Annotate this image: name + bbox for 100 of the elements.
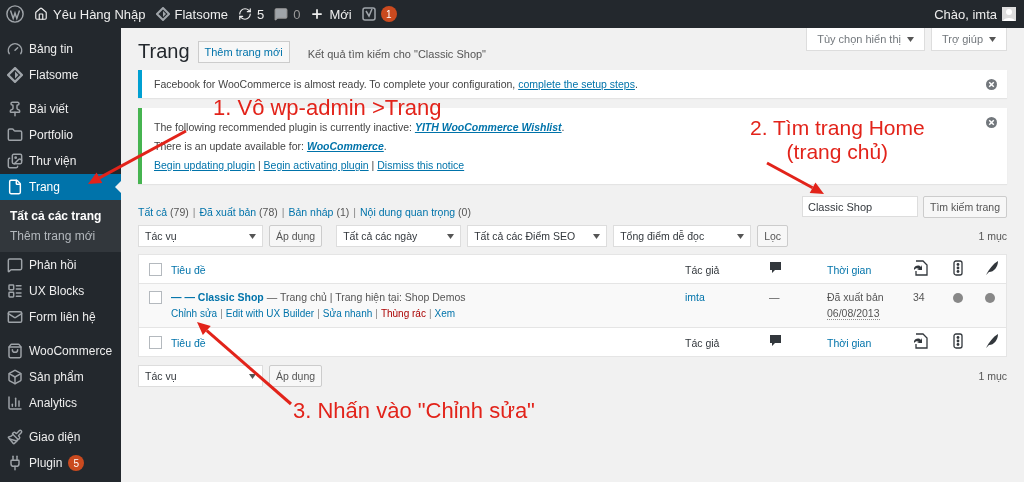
row-action-link[interactable]: Chỉnh sửa <box>171 308 218 319</box>
menu-item[interactable]: Analytics <box>0 390 121 416</box>
link-count: 34 <box>913 291 926 303</box>
add-new-button[interactable]: Thêm trang mới <box>197 41 290 63</box>
notice-text: The following recommended plugin is currently inactive: YITH WooCommerce Wishlist. <box>154 121 565 133</box>
menu-item[interactable]: Phản hồi <box>0 252 121 278</box>
column-header[interactable]: Tiêu đề <box>171 336 206 349</box>
menu-item[interactable]: Trang <box>0 174 121 200</box>
yoast-icon[interactable] <box>361 7 376 21</box>
submenu-item[interactable]: Tất cả các trang <box>0 206 121 226</box>
caret-icon <box>737 233 745 239</box>
notice-text: Facebook for WooCommerce is almost ready. To complete your configuration, complete the setup steps. <box>154 78 638 90</box>
plus-icon[interactable] <box>310 7 325 21</box>
filter-link[interactable]: Bản nháp (1) <box>288 206 350 218</box>
dismiss-icon[interactable] <box>986 79 997 90</box>
comment-icon <box>769 261 782 274</box>
notice-link[interactable]: WooCommerce <box>306 140 384 152</box>
feather-icon <box>985 259 999 276</box>
checkbox[interactable] <box>148 262 162 276</box>
search-subtitle: Kết quả tìm kiếm cho "Classic Shop" <box>307 48 487 60</box>
filter-link[interactable]: Nội dung quan trọng (0) <box>359 206 471 218</box>
menu-item[interactable]: Bài viết <box>0 96 121 122</box>
folder-icon <box>7 127 23 143</box>
bar-chart-icon <box>7 395 23 411</box>
pin-icon <box>7 101 23 117</box>
menu-item[interactable]: Plugin 5 <box>0 450 121 476</box>
apply-button[interactable]: Áp dụng <box>269 365 323 387</box>
submenu-item[interactable]: Thêm trang mới <box>0 226 121 246</box>
screen-meta-tab[interactable]: Tùy chọn hiển thị <box>806 28 925 51</box>
site-name-link[interactable]: Yêu Hàng Nhập <box>53 6 146 22</box>
bulk-actions-select[interactable]: Tác vụ <box>138 225 263 247</box>
new-link[interactable]: Mới <box>329 6 352 22</box>
caret-icon <box>989 36 996 42</box>
apply-button[interactable]: Áp dụng <box>269 225 323 247</box>
notice-link[interactable]: Dismiss this notice <box>377 159 465 171</box>
filter-link[interactable]: Đã xuất bản (78) <box>199 206 278 218</box>
status-text: Đã xuất bản <box>827 291 885 303</box>
filter-select[interactable]: Tổng điểm dễ đọc <box>613 225 752 247</box>
comment-icon[interactable] <box>274 7 289 21</box>
author-link[interactable]: imta <box>685 291 705 303</box>
notice-text: Begin updating plugin | Begin activating plugin | Dismiss this notice <box>154 159 465 171</box>
row-action-link[interactable]: Thùng rác <box>380 308 426 319</box>
diamond-icon[interactable] <box>7 67 23 83</box>
caret-icon <box>906 36 914 42</box>
annotation-text: 1. Vô wp-admin >Trang <box>213 95 442 121</box>
menu-item[interactable]: Form liên hệ <box>0 304 121 330</box>
count-badge: 5 <box>68 455 85 471</box>
column-header[interactable]: Tiêu đề <box>171 263 206 276</box>
search-button[interactable]: Tìm kiếm trang <box>923 196 1007 218</box>
filter-button[interactable]: Lọc <box>757 225 789 247</box>
wordpress-logo[interactable] <box>6 5 24 23</box>
column-header[interactable]: Thời gian <box>827 336 872 349</box>
separator: | <box>281 206 285 218</box>
page-link[interactable]: — — Classic Shop <box>171 291 264 303</box>
menu-item[interactable]: Giao diện <box>0 424 121 450</box>
search-field[interactable]: Classic Shop <box>802 196 918 217</box>
mail-icon <box>7 309 23 325</box>
images-icon <box>7 153 23 169</box>
greeting[interactable]: Chào, imta <box>934 6 997 22</box>
diamond-icon[interactable] <box>155 7 170 21</box>
dashboard-icon <box>7 41 23 57</box>
menu-item[interactable]: Bảng tin <box>0 36 121 62</box>
screen-meta-tab[interactable]: Trợ giúp <box>930 28 1007 51</box>
menu-item[interactable]: Flatsome <box>0 62 121 88</box>
notice-link[interactable]: complete the setup steps <box>518 78 635 90</box>
comments-count: 0 <box>293 6 301 22</box>
traffic-light-icon <box>953 332 963 349</box>
row-action-link[interactable]: Edit with UX Builder <box>225 308 315 319</box>
menu-item[interactable]: UX Blocks <box>0 278 121 304</box>
row-action-link[interactable]: Sửa nhanh <box>322 308 373 319</box>
date-text: 06/08/2013 <box>827 307 880 320</box>
filter-link[interactable]: Tất cả (79) <box>138 206 189 218</box>
row-action-link[interactable]: Xem <box>434 308 456 319</box>
notice-link[interactable]: Begin activating plugin <box>263 159 369 171</box>
filter-select[interactable]: Tất cả các Điểm SEO <box>467 225 608 247</box>
theme-link[interactable]: Flatsome <box>174 6 228 22</box>
menu-item[interactable]: Sản phẩm <box>0 364 121 390</box>
separator: | <box>428 308 432 319</box>
updates-icon[interactable] <box>238 7 252 21</box>
bag-icon <box>7 343 23 359</box>
page-title-cell-text: — — Classic Shop — Trang chủ | Trang hiện tại: Shop Demos <box>171 291 467 303</box>
menu-item[interactable]: Portfolio <box>0 122 121 148</box>
annotation-text: 2. Tìm trang Home (trang chủ) <box>750 116 925 165</box>
home-icon[interactable] <box>34 7 48 21</box>
bulk-actions-select[interactable]: Tác vụ <box>138 365 263 387</box>
separator: | <box>220 308 223 319</box>
paintbrush-icon <box>7 429 23 445</box>
separator: | <box>317 308 320 319</box>
notice-link[interactable]: YITH WooCommerce Wishlist <box>414 121 562 133</box>
filter-select[interactable]: Tất cả các ngày <box>336 225 462 247</box>
menu-item[interactable]: Thư viện <box>0 148 121 174</box>
dismiss-icon[interactable] <box>986 117 997 128</box>
notice-link[interactable]: Begin updating plugin <box>154 159 255 171</box>
checkbox[interactable] <box>148 335 162 349</box>
arrow <box>766 161 824 194</box>
menu-item[interactable]: WooCommerce <box>0 338 121 364</box>
updates-count: 5 <box>257 6 265 22</box>
checkbox[interactable] <box>148 291 162 304</box>
comment-count: — <box>769 291 781 303</box>
column-header[interactable]: Thời gian <box>827 263 872 276</box>
